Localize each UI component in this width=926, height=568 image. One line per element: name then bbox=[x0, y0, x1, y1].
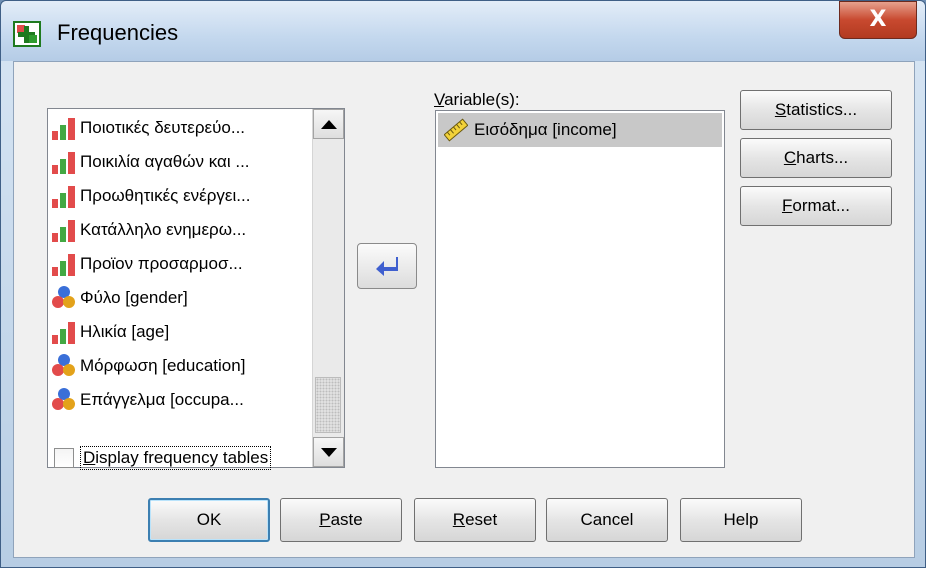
window-title: Frequencies bbox=[57, 20, 179, 45]
arrow-up-icon bbox=[320, 119, 337, 129]
list-item[interactable]: Επάγγελμα [occupa... bbox=[52, 385, 244, 415]
ordinal-bar-icon bbox=[52, 150, 76, 174]
app-icon bbox=[13, 21, 41, 47]
ordinal-bar-icon bbox=[52, 116, 76, 140]
display-frequency-tables-checkbox[interactable] bbox=[54, 448, 74, 468]
list-item[interactable]: Μόρφωση [education] bbox=[52, 351, 245, 381]
target-variable-list[interactable]: Εισόδημα [income] bbox=[435, 110, 725, 468]
ok-button[interactable]: OK bbox=[148, 498, 270, 542]
scale-ruler-icon bbox=[444, 118, 468, 142]
close-button[interactable]: X bbox=[839, 1, 917, 39]
variables-label: Variable(s): bbox=[434, 90, 520, 109]
nominal-circles-icon bbox=[52, 286, 76, 310]
ordinal-bar-icon bbox=[52, 252, 76, 276]
display-frequency-tables-label[interactable]: Display frequency tables bbox=[80, 446, 272, 470]
list-item-label: Ηλικία [age] bbox=[80, 322, 170, 341]
list-item[interactable]: Κατάλληλο ενημερω... bbox=[52, 215, 246, 245]
list-item-label: Ποικιλία αγαθών και ... bbox=[80, 152, 250, 171]
list-item[interactable]: Ποιοτικές δευτερεύο... bbox=[52, 113, 245, 143]
paste-button[interactable]: Paste bbox=[280, 498, 402, 542]
list-item[interactable]: Ηλικία [age] bbox=[52, 317, 169, 347]
list-item[interactable]: Προϊον προσαρμοσ... bbox=[52, 249, 243, 279]
title-bar[interactable]: Frequencies X bbox=[1, 1, 925, 61]
dialog-body: Ποιοτικές δευτερεύο... Ποικιλία αγαθών κ… bbox=[13, 61, 915, 558]
list-item-label: Μόρφωση [education] bbox=[80, 356, 246, 375]
source-variable-list[interactable]: Ποιοτικές δευτερεύο... Ποικιλία αγαθών κ… bbox=[47, 108, 345, 468]
nominal-circles-icon bbox=[52, 388, 76, 412]
list-item[interactable]: Εισόδημα [income] bbox=[438, 113, 722, 147]
format-button[interactable]: Format... bbox=[740, 186, 892, 226]
scroll-thumb[interactable] bbox=[315, 377, 341, 433]
move-arrow-icon bbox=[376, 257, 398, 276]
cancel-button[interactable]: Cancel bbox=[546, 498, 668, 542]
charts-button[interactable]: Charts... bbox=[740, 138, 892, 178]
list-item-label: Κατάλληλο ενημερω... bbox=[80, 220, 247, 239]
list-item-label: Προϊον προσαρμοσ... bbox=[80, 254, 243, 273]
ordinal-bar-icon bbox=[52, 218, 76, 242]
reset-button[interactable]: Reset bbox=[414, 498, 536, 542]
list-item-label: Εισόδημα [income] bbox=[474, 120, 617, 139]
list-item-label: Φύλο [gender] bbox=[80, 288, 188, 307]
list-item[interactable]: Προωθητικές ενέργει... bbox=[52, 181, 250, 211]
nominal-circles-icon bbox=[52, 354, 76, 378]
list-item[interactable]: Ποικιλία αγαθών και ... bbox=[52, 147, 250, 177]
frequencies-dialog: Frequencies X Ποιοτικές δευτερεύο... Ποι… bbox=[0, 0, 926, 568]
ordinal-bar-icon bbox=[52, 320, 76, 344]
statistics-button[interactable]: Statistics... bbox=[740, 90, 892, 130]
move-variable-button[interactable] bbox=[357, 243, 417, 289]
scroll-up-button[interactable] bbox=[313, 109, 344, 139]
ordinal-bar-icon bbox=[52, 184, 76, 208]
help-button[interactable]: Help bbox=[680, 498, 802, 542]
list-item-label: Επάγγελμα [occupa... bbox=[80, 390, 244, 409]
list-item-label: Ποιοτικές δευτερεύο... bbox=[80, 118, 246, 137]
list-item[interactable]: Φύλο [gender] bbox=[52, 283, 188, 313]
list-item-label: Προωθητικές ενέργει... bbox=[80, 186, 251, 205]
arrow-down-icon bbox=[320, 447, 337, 457]
scroll-down-button[interactable] bbox=[313, 437, 344, 467]
display-frequency-tables-option[interactable]: Display frequency tables bbox=[54, 446, 272, 470]
vertical-scrollbar[interactable] bbox=[312, 109, 344, 467]
